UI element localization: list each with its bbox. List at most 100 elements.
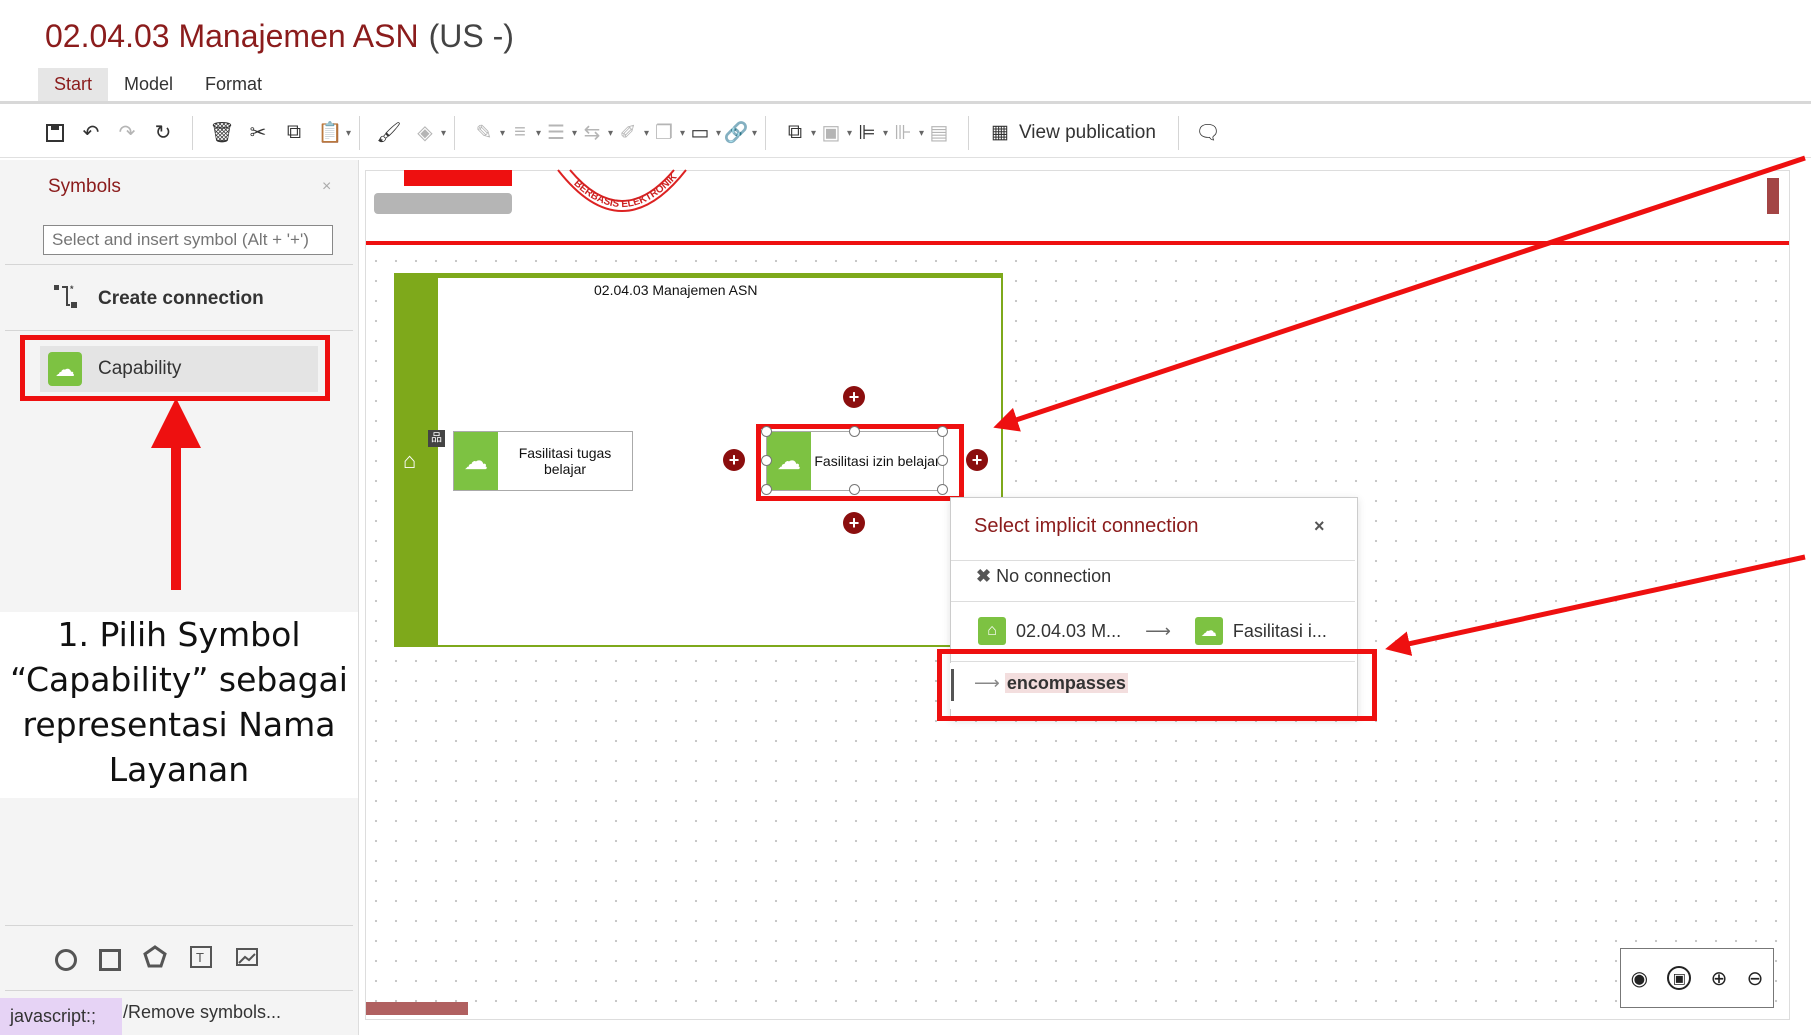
add-symbol-bottom-icon[interactable]: + [843, 512, 865, 534]
annotation-line: “Capability” sebagai [10, 660, 348, 699]
cut-icon[interactable]: ✂ [243, 118, 273, 148]
resize-handle[interactable] [937, 455, 948, 466]
save-icon[interactable] [40, 118, 70, 148]
size-icon[interactable]: ▤ [924, 118, 954, 148]
connection-source: 02.04.03 M... [1016, 620, 1122, 641]
close-icon[interactable]: × [322, 178, 331, 196]
text-box-icon[interactable]: T [189, 945, 213, 974]
language-selector[interactable]: (US -) [429, 18, 514, 54]
align-icon[interactable]: ⊫ ▾ [852, 118, 888, 148]
svg-text:BERBASIS ELEKTRONIK: BERBASIS ELEKTRONIK [572, 171, 680, 210]
delete-icon[interactable]: 🗑 [207, 118, 237, 148]
tab-divider [0, 101, 1811, 104]
close-icon[interactable]: × [1314, 516, 1325, 537]
divider [5, 264, 353, 265]
arrow-style-icon[interactable]: ⇆ ▾ [577, 118, 613, 148]
logo-red-bar [404, 170, 512, 186]
capability-icon: ☁ [454, 432, 498, 490]
tab-start[interactable]: Start [38, 68, 109, 101]
eye-icon[interactable]: ◉ [1631, 966, 1648, 991]
annotation-line: 1. Pilih Symbol [57, 615, 301, 654]
arrange-icon[interactable]: ⧉ ▾ [780, 118, 816, 148]
undo-icon[interactable]: ↶ [76, 118, 106, 148]
comment-add-icon[interactable]: 🗨 [1193, 118, 1223, 148]
zoom-100-icon[interactable]: ▣ [1667, 966, 1692, 990]
no-connection-label: No connection [996, 566, 1112, 586]
divider [5, 330, 353, 331]
no-connection-option[interactable]: ✖ No connection [976, 566, 1111, 587]
node-label-line: Fasilitasi tugas [518, 445, 612, 461]
vertical-scrollbar[interactable] [1767, 178, 1779, 214]
add-symbol-right-icon[interactable]: + [966, 449, 988, 471]
logo-gray-bar [374, 193, 512, 214]
shape-style-icon[interactable]: ▭ ▾ [685, 118, 721, 148]
divider [951, 601, 1355, 602]
tab-model[interactable]: Model [108, 68, 189, 101]
zoom-out-icon[interactable]: ⊖ [1747, 966, 1764, 991]
zoom-in-icon[interactable]: ⊕ [1711, 966, 1728, 991]
shadow-icon[interactable]: ❐ ▾ [649, 118, 685, 148]
image-icon[interactable] [235, 946, 259, 973]
pentagon-icon[interactable] [143, 945, 167, 974]
svg-text:T: T [196, 950, 204, 965]
refresh-icon[interactable]: ↻ [148, 118, 178, 148]
popup-title: Select implicit connection [974, 515, 1199, 537]
circle-icon[interactable] [55, 948, 77, 971]
toolbar-separator [454, 115, 455, 150]
resize-handle[interactable] [761, 455, 772, 466]
assignment-icon[interactable]: 品 [428, 430, 445, 447]
tab-format[interactable]: Format [189, 68, 278, 101]
add-symbol-top-icon[interactable]: + [843, 386, 865, 408]
resize-handle[interactable] [761, 484, 772, 495]
arrow-icon: ⟶ [1145, 620, 1171, 641]
toolbar-separator [192, 115, 193, 150]
lane-house-icon: ⌂ [403, 448, 417, 473]
model-title: 02.04.03 Manajemen ASN [45, 18, 419, 54]
lane-title: 02.04.03 Manajemen ASN [594, 282, 758, 298]
node-label: Fasilitasi tugas belajar [498, 445, 632, 477]
toolbar-separator [1177, 115, 1179, 150]
resize-handle[interactable] [761, 426, 772, 437]
selected-node-highlight-box [756, 424, 964, 501]
rectangle-icon[interactable] [99, 948, 121, 971]
svg-text:*: * [70, 284, 74, 294]
seal-text: BERBASIS ELEKTRONIK [572, 171, 680, 210]
capability-node[interactable]: ☁ Fasilitasi tugas belajar [453, 431, 633, 491]
add-symbol-left-icon[interactable]: + [723, 449, 745, 471]
remove-symbols-link[interactable]: /Remove symbols... [123, 1002, 281, 1023]
connection-pair: ⌂ 02.04.03 M... ⟶ ☁ Fasilitasi i... [978, 617, 1327, 645]
resize-handle[interactable] [937, 484, 948, 495]
resize-handle[interactable] [849, 484, 860, 495]
group-icon[interactable]: ▣ ▾ [816, 118, 852, 148]
annotation-step-1: 1. Pilih Symbol “Capability” sebagai rep… [0, 612, 358, 798]
horizontal-scrollbar[interactable] [366, 1002, 468, 1015]
line-weight-icon[interactable]: ☰ ▾ [541, 118, 577, 148]
redo-icon[interactable]: ↷ [112, 118, 142, 148]
view-publication-button[interactable]: ▦ View publication [983, 121, 1164, 144]
paste-icon[interactable]: 📋 ▾ [315, 118, 351, 148]
format-painter-icon[interactable]: 🖌 [374, 118, 404, 148]
status-tooltip: javascript:; [0, 998, 122, 1035]
encompasses-highlight-box [937, 649, 1377, 721]
line-style-icon[interactable]: ≡ ▾ [505, 118, 541, 148]
node-label-line: belajar [543, 461, 587, 477]
link-icon[interactable]: 🔗 ▾ [721, 118, 757, 148]
symbol-search-input[interactable] [43, 225, 333, 255]
create-connection-button[interactable]: * Create connection [52, 282, 264, 316]
toolbar-separator [968, 115, 969, 150]
divider [951, 560, 1355, 561]
divider [5, 990, 353, 991]
capability-icon: ☁ [1194, 617, 1223, 645]
zoom-controls: ◉ ▣ ⊕ ⊖ [1620, 948, 1774, 1008]
toolbar-separator [765, 115, 766, 150]
copy-icon[interactable]: ⧉ [279, 118, 309, 148]
resize-handle[interactable] [849, 426, 860, 437]
line-color-icon[interactable]: ✎ ▾ [469, 118, 505, 148]
capability-highlight-box [20, 335, 330, 401]
distribute-icon[interactable]: ⊪ ▾ [888, 118, 924, 148]
fill-color-icon[interactable]: ◈ ▾ [410, 118, 446, 148]
resize-handle[interactable] [937, 426, 948, 437]
annotation-line: Layanan [108, 750, 250, 789]
edit-shape-icon[interactable]: ✐ ▾ [613, 118, 649, 148]
header-red-line [366, 241, 1789, 245]
